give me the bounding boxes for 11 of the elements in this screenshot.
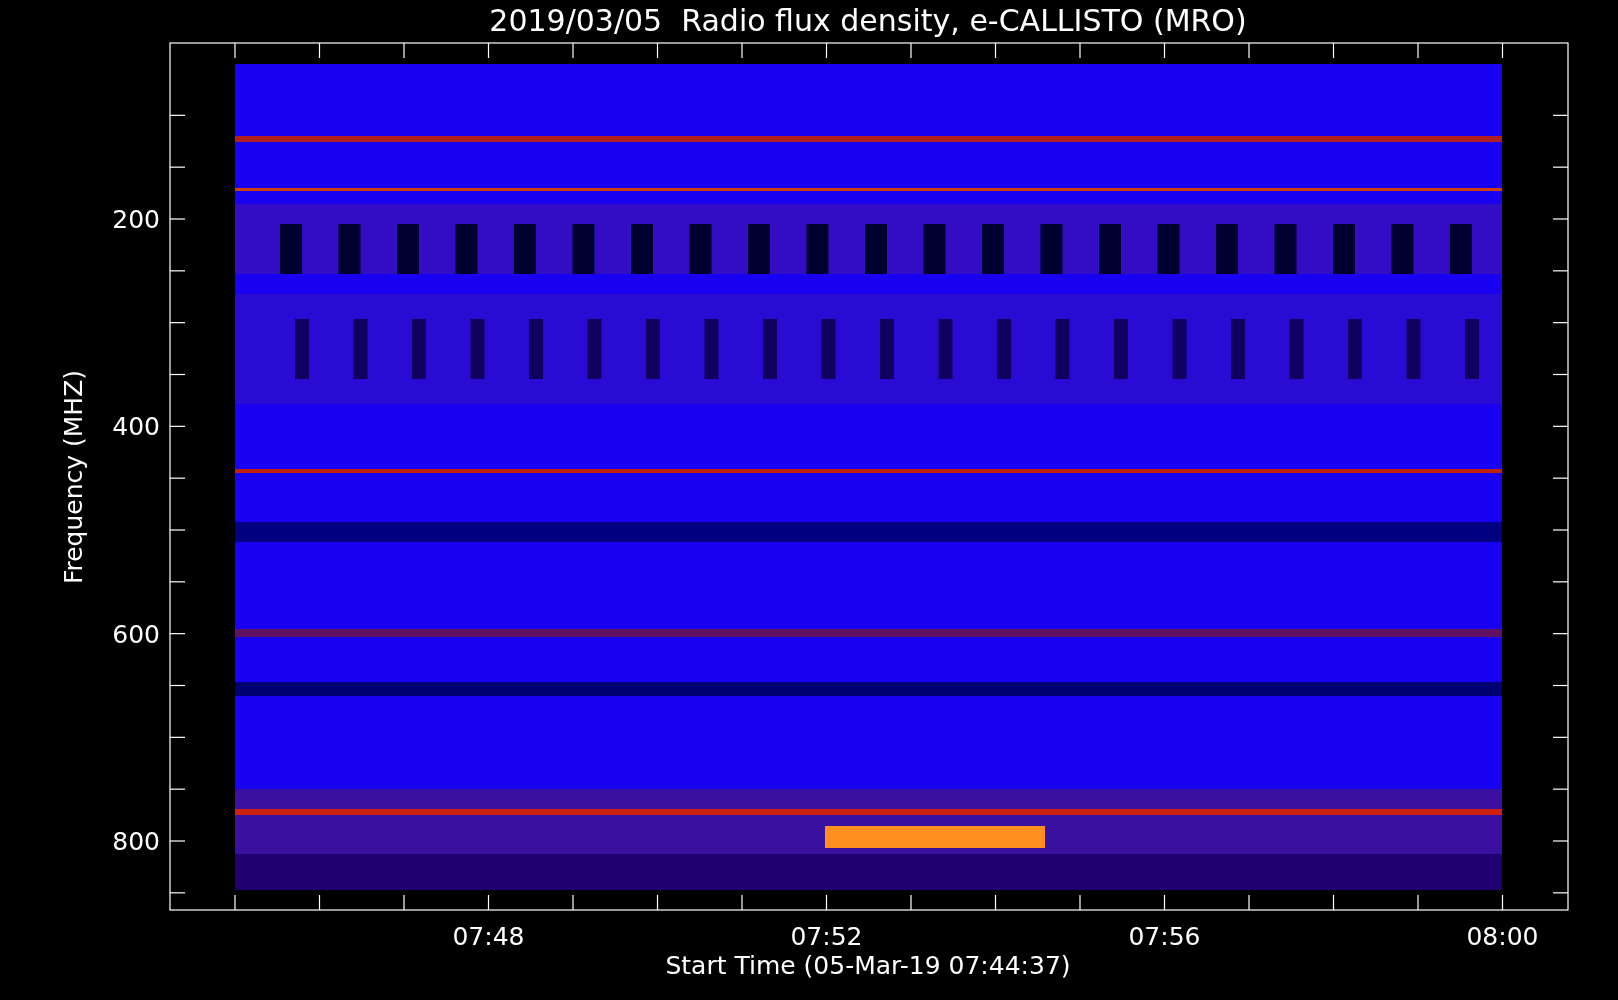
x-tick-label: 08:00 (1466, 922, 1539, 951)
y-tick-label: 600 (112, 619, 160, 649)
x-axis-label: Start Time (05-Mar-19 07:44:37) (665, 951, 1071, 980)
x-tick-label: 07:52 (790, 922, 863, 951)
y-tick-label: 800 (112, 827, 160, 856)
y-tick-label: 400 (112, 412, 160, 442)
chart-title: 2019/03/05 Radio flux density, e-CALLISTO (MRO) (489, 3, 1247, 38)
x-tick-label: 07:48 (452, 922, 525, 951)
y-tick-label: 200 (112, 205, 160, 234)
y-axis-label: Frequency (MHZ) (59, 369, 88, 585)
x-tick-label: 07:56 (1128, 922, 1201, 951)
